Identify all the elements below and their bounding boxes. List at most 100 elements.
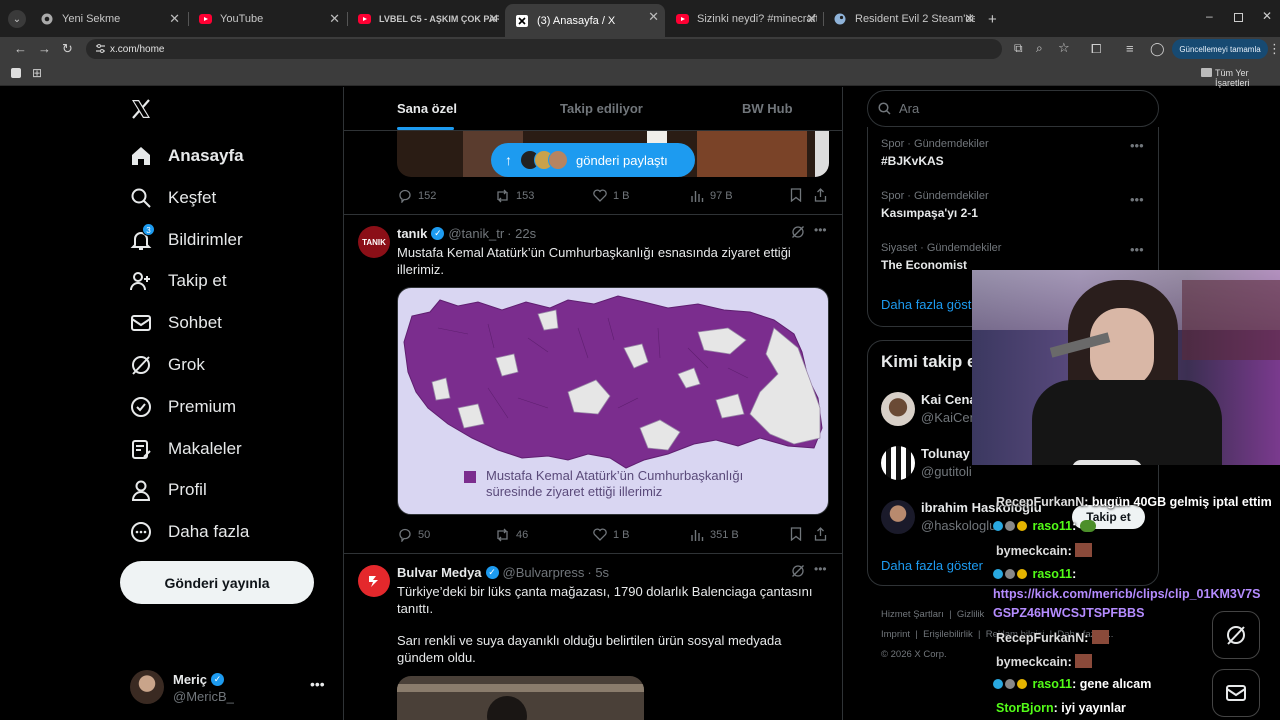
nav-item-notifications[interactable]: 3 Bildirimler <box>130 223 243 255</box>
forward-icon[interactable]: → <box>38 42 51 55</box>
show-more-link[interactable]: Daha fazla göster <box>881 558 983 573</box>
bookmark-icon[interactable] <box>790 188 808 202</box>
tab-following[interactable]: Takip ediliyor <box>560 101 643 116</box>
x-logo[interactable] <box>130 98 152 120</box>
trend-more-icon[interactable]: ••• <box>1130 242 1144 257</box>
trend-item[interactable]: Spor · Gündemdekiler Kasımpaşa'yı 2-1 ••… <box>868 188 1158 232</box>
new-tab-button[interactable]: + <box>988 11 997 28</box>
browser-tab[interactable]: Yeni Sekme ✕ <box>30 6 186 32</box>
author-handle[interactable]: @Bulvarpress <box>503 565 585 580</box>
repost-button[interactable]: 153 <box>495 189 534 203</box>
reload-icon[interactable]: ↻ <box>62 42 73 55</box>
share-icon[interactable] <box>814 188 833 202</box>
search-icon <box>878 102 891 115</box>
author-handle[interactable]: @tanik_tr <box>448 226 504 241</box>
author-name[interactable]: tanık <box>397 226 427 241</box>
author-name[interactable]: Bulvar Medya <box>397 565 482 580</box>
tab-search-button[interactable]: ⌄ <box>8 10 26 28</box>
browser-tab[interactable]: LVBEL C5 - AŞKIM ÇOK PARD ✕ <box>347 6 505 32</box>
tab-bw-hub[interactable]: BW Hub <box>742 101 793 116</box>
tweet[interactable]: TANIK tanık ✓ @tanik_tr · 22s ••• Mustaf… <box>344 215 842 553</box>
map-image[interactable]: Mustafa Kemal Atatürk’ün Cumhurbaşkanlığ… <box>397 287 829 515</box>
reply-button[interactable]: 50 <box>398 528 430 542</box>
nav-item-articles[interactable]: Makaleler <box>130 434 242 464</box>
chat-link[interactable]: GSPZ46HWCSJTSPFBBS <box>993 606 1144 620</box>
views-button[interactable]: 97 B <box>690 189 733 203</box>
tweet-image[interactable] <box>397 676 644 720</box>
profile-icon[interactable]: ◯ <box>1150 42 1165 55</box>
tweet-more-icon[interactable]: ••• <box>814 223 827 237</box>
reply-icon <box>399 528 411 542</box>
browser-tab-active[interactable]: (3) Anasayfa / X ✕ <box>505 4 665 37</box>
bell-icon: 3 <box>130 223 155 251</box>
tweet-time[interactable]: · 22s <box>507 226 536 241</box>
account-more-icon[interactable]: ••• <box>310 676 325 692</box>
reply-button[interactable]: 152 <box>398 189 436 203</box>
chat-link[interactable]: https://kick.com/mericb/clips/clip_01KM3… <box>993 587 1260 601</box>
nav-item-home[interactable]: Anasayfa <box>130 141 244 171</box>
grok-explain-icon[interactable] <box>791 564 805 578</box>
star-icon[interactable]: ☆ <box>1058 40 1070 56</box>
browser-tab[interactable]: Resident Evil 2 Steam'de %77 in ✕ <box>823 6 981 32</box>
close-icon[interactable]: ✕ <box>488 11 499 27</box>
close-icon[interactable]: ✕ <box>648 9 659 25</box>
grok-explain-icon[interactable] <box>791 225 805 239</box>
like-button[interactable]: 1 B <box>593 528 630 541</box>
nav-item-explore[interactable]: Keşfet <box>130 183 216 213</box>
nav-item-profile[interactable]: Profil <box>130 475 207 505</box>
share-post-pill[interactable]: ↑ gönderi paylaştı <box>491 143 695 177</box>
close-icon[interactable]: ✕ <box>169 11 180 27</box>
tweet-more-icon[interactable]: ••• <box>814 562 827 576</box>
install-icon[interactable]: ⧉ <box>1014 41 1023 56</box>
browser-tab[interactable]: YouTube ✕ <box>188 6 346 32</box>
back-icon[interactable]: ← <box>14 42 27 55</box>
grok-floating-button[interactable] <box>1212 611 1260 659</box>
emote-icon <box>1075 543 1093 557</box>
tweet-time[interactable]: · 5s <box>587 565 609 580</box>
repost-icon <box>497 528 508 542</box>
like-button[interactable]: 1 B <box>593 189 630 202</box>
account-switcher[interactable]: Meriç ✓ @MericB_ ••• <box>124 664 330 712</box>
nav-item-more[interactable]: Daha fazla <box>130 517 249 547</box>
repost-button[interactable]: 46 <box>495 528 528 542</box>
views-button[interactable]: 351 B <box>690 528 739 542</box>
close-icon[interactable]: ✕ <box>806 11 817 27</box>
update-button[interactable]: Güncellemeyi tamamla <box>1172 39 1268 59</box>
address-bar[interactable]: x.com/home ⧉ ⌕ ☆ <box>86 39 1070 59</box>
share-icon[interactable] <box>814 527 833 541</box>
menu-icon[interactable]: ⋮ <box>1268 42 1280 55</box>
close-icon[interactable]: ✕ <box>964 11 975 27</box>
all-bookmarks-link[interactable]: Tüm Yer İşaretleri <box>1215 68 1280 88</box>
nav-item-premium[interactable]: Premium <box>130 392 236 422</box>
post-button[interactable]: Gönderi yayınla <box>120 561 314 604</box>
steam-icon <box>833 12 847 26</box>
search-input[interactable]: Ara <box>867 90 1159 127</box>
media-icon[interactable]: ≡ <box>1126 42 1134 55</box>
extensions-icon[interactable]: ⧠ <box>1091 42 1101 55</box>
restore-button[interactable] <box>1234 13 1243 22</box>
bookmark-icon[interactable] <box>790 527 808 541</box>
trend-more-icon[interactable]: ••• <box>1130 192 1144 207</box>
avatar <box>881 392 915 426</box>
tab-for-you[interactable]: Sana özel <box>397 101 457 116</box>
nav-item-follow[interactable]: Takip et <box>130 266 227 296</box>
nav-item-chat[interactable]: Sohbet <box>130 308 222 338</box>
apps-icon[interactable]: ⊞ <box>32 66 42 80</box>
avatar[interactable] <box>358 565 390 597</box>
zoom-icon[interactable]: ⌕ <box>1036 41 1043 56</box>
tweet[interactable]: Bulvar Medya ✓ @Bulvarpress · 5s ••• Tür… <box>344 554 842 720</box>
show-more-link[interactable]: Daha fazla göster <box>881 297 983 312</box>
site-info-icon[interactable] <box>95 43 106 54</box>
close-icon[interactable]: ✕ <box>329 11 340 27</box>
nav-item-grok[interactable]: Grok <box>130 350 205 380</box>
close-window-button[interactable]: ✕ <box>1262 9 1272 23</box>
trend-more-icon[interactable]: ••• <box>1130 138 1144 153</box>
bookmark-icon[interactable] <box>11 68 21 78</box>
avatar[interactable]: TANIK <box>358 226 390 258</box>
badge-icon <box>1017 521 1027 531</box>
minimize-button[interactable]: – <box>1206 9 1213 23</box>
browser-tab[interactable]: Sizinki neydi? #minecraft - You ✕ <box>665 6 823 32</box>
messages-floating-button[interactable] <box>1212 669 1260 717</box>
badge-icon <box>1005 569 1015 579</box>
trend-item[interactable]: Spor · Gündemdekiler #BJKvKAS ••• <box>868 136 1158 180</box>
